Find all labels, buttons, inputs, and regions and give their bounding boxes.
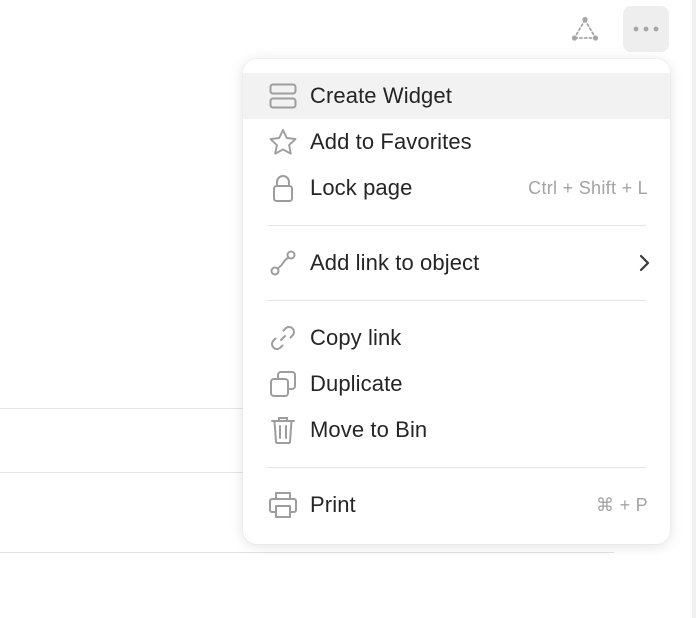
keyboard-shortcut: ⌘ + P	[595, 494, 648, 515]
menu-item-add-to-favorites[interactable]: Add to Favorites	[243, 119, 670, 165]
menu-item-create-widget[interactable]: Create Widget	[243, 73, 670, 119]
more-button[interactable]	[623, 6, 669, 52]
scrollbar-track[interactable]	[692, 0, 696, 618]
relation-link-icon	[267, 247, 299, 279]
menu-item-label: Copy link	[310, 325, 402, 350]
keyboard-shortcut: Ctrl + Shift + L	[528, 177, 648, 198]
graph-icon	[570, 15, 600, 43]
menu-divider	[267, 467, 646, 468]
menu-item-duplicate[interactable]: Duplicate	[243, 361, 670, 407]
divider	[0, 552, 614, 553]
menu-item-add-link-to-object[interactable]: Add link to object	[243, 240, 670, 286]
menu-item-label: Lock page	[310, 175, 413, 200]
widget-icon	[267, 80, 299, 112]
menu-item-print[interactable]: Print ⌘ + P	[243, 482, 670, 528]
menu-divider	[267, 300, 646, 301]
print-icon	[267, 489, 299, 521]
menu-item-label: Add to Favorites	[310, 129, 472, 154]
trash-icon	[267, 414, 299, 446]
more-icon	[632, 25, 660, 33]
duplicate-icon	[267, 368, 299, 400]
page-options-menu: Create Widget Add to Favorites Lock page…	[243, 59, 670, 544]
menu-item-lock-page[interactable]: Lock page Ctrl + Shift + L	[243, 165, 670, 211]
menu-divider	[267, 225, 646, 226]
star-icon	[267, 126, 299, 158]
menu-item-copy-link[interactable]: Copy link	[243, 315, 670, 361]
menu-item-label: Create Widget	[310, 83, 452, 108]
menu-item-move-to-bin[interactable]: Move to Bin	[243, 407, 670, 453]
menu-item-label: Print	[310, 492, 356, 517]
lock-icon	[267, 172, 299, 204]
chevron-right-icon	[636, 252, 652, 274]
link-icon	[267, 322, 299, 354]
menu-item-label: Duplicate	[310, 371, 403, 396]
graph-button[interactable]	[562, 6, 608, 52]
menu-item-label: Add link to object	[310, 250, 480, 275]
divider	[0, 472, 260, 473]
menu-item-label: Move to Bin	[310, 417, 428, 442]
divider	[0, 408, 260, 409]
